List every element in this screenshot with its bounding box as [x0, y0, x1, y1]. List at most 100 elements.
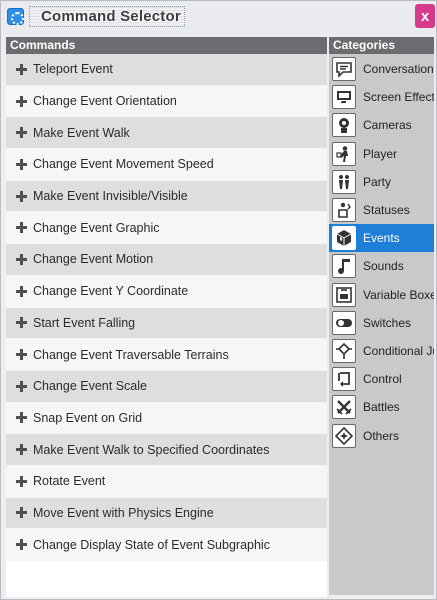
command-item[interactable]: Make Event Invisible/Visible [6, 180, 327, 213]
category-others[interactable]: Others [329, 421, 434, 449]
category-sounds[interactable]: Sounds [329, 252, 434, 280]
categories-list: Conversation Screen Effects Cameras Player P… [329, 54, 434, 450]
plus-icon [16, 507, 27, 519]
cube-icon [332, 226, 356, 251]
loop-icon [332, 367, 356, 392]
category-cameras[interactable]: Cameras [329, 111, 434, 139]
command-item[interactable]: Change Event Scale [6, 370, 327, 403]
plus-icon [16, 95, 27, 107]
crossed-swords-icon [332, 395, 356, 420]
command-label: Teleport Event [33, 62, 113, 77]
camera-icon [332, 113, 356, 138]
commands-panel: Commands Teleport Event Change Event Orie… [6, 37, 327, 597]
plus-icon [16, 539, 27, 551]
command-selector-window: Command Selector x Commands Teleport Eve… [0, 0, 437, 600]
category-label: Others [363, 428, 400, 443]
plus-icon [16, 349, 27, 361]
category-battles[interactable]: Battles [329, 393, 434, 421]
plus-icon [16, 222, 27, 234]
command-label: Change Display State of Event Subgraphic [33, 537, 270, 552]
command-item[interactable]: Rotate Event [6, 465, 327, 498]
categories-header: Categories [329, 37, 434, 54]
category-label: Events [363, 231, 400, 246]
category-switches[interactable]: Switches [329, 309, 434, 337]
command-label: Make Event Walk to Specified Coordinates [33, 442, 270, 457]
command-label: Move Event with Physics Engine [33, 505, 214, 520]
toggle-switch-icon [332, 310, 356, 335]
statuses-icon [332, 198, 356, 223]
category-conditional-jumps[interactable]: Conditional Jumps [329, 337, 434, 365]
commands-header: Commands [6, 37, 327, 54]
plus-icon [16, 317, 27, 329]
categories-panel: Categories Conversation Screen Effects Cam… [329, 37, 434, 595]
plus-icon [16, 444, 27, 456]
command-label: Change Event Y Coordinate [33, 284, 189, 299]
music-note-icon [332, 254, 356, 279]
plus-icon [16, 475, 27, 487]
command-item[interactable]: Change Event Traversable Terrains [6, 339, 327, 371]
command-label: Make Event Invisible/Visible [33, 189, 188, 204]
command-label: Make Event Walk [33, 125, 130, 140]
command-item[interactable]: Change Event Graphic [6, 212, 327, 245]
category-label: Variable Boxes [363, 287, 434, 302]
category-statuses[interactable]: Statuses [329, 196, 434, 224]
monitor-icon [332, 85, 356, 110]
command-label: Change Event Motion [33, 252, 154, 267]
title-plate: Command Selector [29, 6, 185, 27]
plus-icon [16, 127, 27, 139]
category-label: Battles [363, 400, 400, 415]
command-label: Change Event Scale [33, 379, 147, 394]
speech-bubble-icon [332, 57, 356, 82]
category-label: Screen Effects [363, 90, 434, 105]
window-title: Command Selector [41, 8, 181, 25]
category-label: Sounds [363, 259, 404, 274]
player-icon [332, 141, 356, 166]
category-party[interactable]: Party [329, 168, 434, 196]
command-label: Snap Event on Grid [33, 410, 143, 425]
category-label: Cameras [363, 118, 412, 133]
conditional-arrows-icon [332, 338, 356, 363]
category-label: Conditional Jumps [363, 343, 434, 358]
plus-icon [16, 412, 27, 424]
star-diamond-icon [332, 423, 356, 448]
command-label: Change Event Graphic [33, 220, 160, 235]
category-events[interactable]: Events [329, 224, 434, 253]
command-item[interactable]: Make Event Walk [6, 117, 327, 150]
command-label: Change Event Traversable Terrains [33, 347, 229, 362]
command-item[interactable]: Change Event Y Coordinate [6, 275, 327, 308]
command-label: Change Event Movement Speed [33, 157, 214, 172]
category-screen-effects[interactable]: Screen Effects [329, 83, 434, 111]
category-label: Control [363, 372, 402, 387]
plus-icon [16, 285, 27, 297]
command-label: Start Event Falling [33, 315, 136, 330]
category-player[interactable]: Player [329, 140, 434, 168]
category-control[interactable]: Control [329, 365, 434, 393]
category-label: Statuses [363, 203, 410, 218]
command-item[interactable]: Start Event Falling [6, 307, 327, 340]
category-label: Conversation [363, 62, 434, 77]
category-conversation[interactable]: Conversation [329, 55, 434, 83]
party-icon [332, 169, 356, 194]
plus-icon [16, 190, 27, 202]
category-label: Party [363, 174, 392, 189]
command-item[interactable]: Teleport Event [6, 54, 327, 86]
command-label: Rotate Event [33, 474, 106, 489]
commands-list: Teleport Event Change Event Orientation Ma… [6, 54, 327, 561]
command-item[interactable]: Snap Event on Grid [6, 402, 327, 435]
close-button[interactable]: x [415, 4, 435, 28]
command-item[interactable]: Change Event Movement Speed [6, 149, 327, 181]
category-label: Switches [363, 315, 412, 330]
plus-icon [16, 63, 27, 75]
category-label: Player [363, 146, 398, 161]
command-item[interactable]: Move Event with Physics Engine [6, 497, 327, 530]
title-bar[interactable]: Command Selector x [1, 1, 436, 35]
plus-icon [16, 158, 27, 170]
plus-icon [16, 380, 27, 392]
command-item[interactable]: Change Event Orientation [6, 85, 327, 118]
command-item[interactable]: Change Event Motion [6, 244, 327, 276]
category-variable-boxes[interactable]: Variable Boxes [329, 281, 434, 309]
plus-icon [16, 253, 27, 265]
command-item[interactable]: Change Display State of Event Subgraphic [6, 529, 327, 561]
app-icon [7, 8, 24, 25]
command-item[interactable]: Make Event Walk to Specified Coordinates [6, 434, 327, 466]
